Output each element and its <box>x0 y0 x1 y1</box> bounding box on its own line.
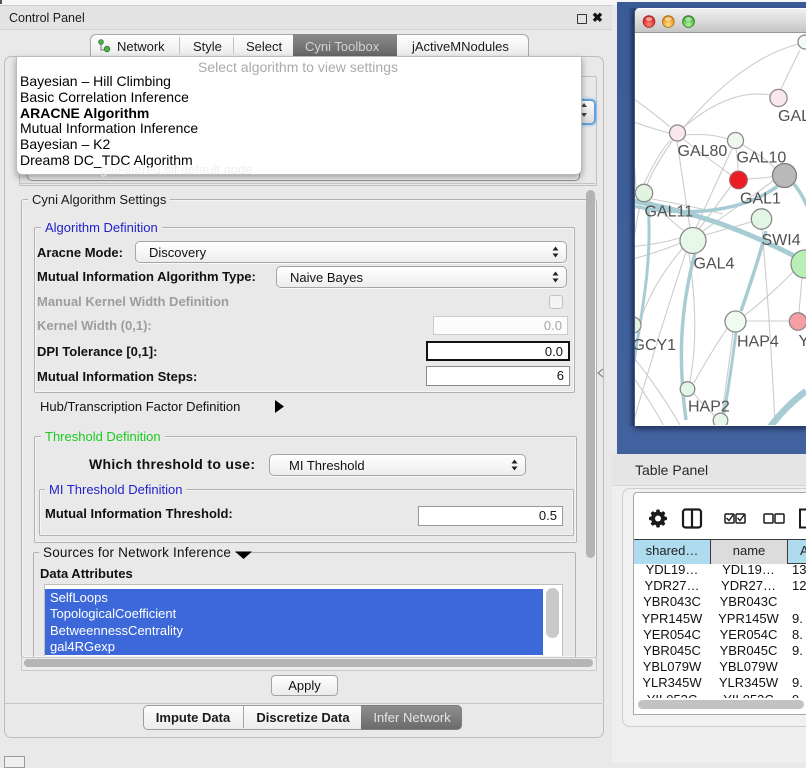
svg-text:GAL1: GAL1 <box>740 191 781 208</box>
svg-text:GCY1: GCY1 <box>635 337 676 354</box>
svg-text:GAL80: GAL80 <box>678 143 728 160</box>
svg-text:GAL7: GAL7 <box>778 108 806 125</box>
svg-text:SWI4: SWI4 <box>762 232 801 249</box>
svg-text:GAL4: GAL4 <box>694 256 735 273</box>
svg-text:GAL10: GAL10 <box>737 150 787 167</box>
svg-text:HAP2: HAP2 <box>688 399 730 416</box>
svg-text:GAL11: GAL11 <box>645 204 694 221</box>
svg-text:Y: Y <box>799 333 806 350</box>
svg-text:HAP4: HAP4 <box>737 334 779 351</box>
